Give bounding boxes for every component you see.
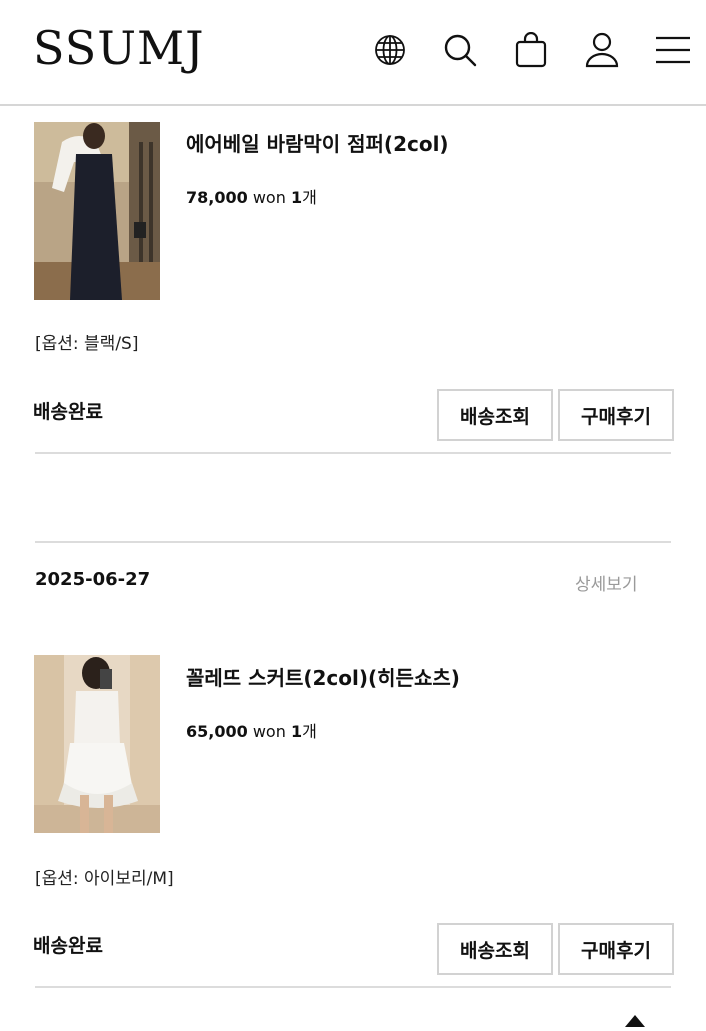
search-icon[interactable]: [440, 30, 480, 70]
quantity-unit: 개: [302, 722, 317, 741]
product-name[interactable]: 꼴레뜨 스커트(2col)(히든쇼츠): [186, 662, 460, 691]
quantity-unit: 개: [302, 188, 317, 207]
price-value: 78,000: [186, 188, 248, 207]
product-price: 65,000 won 1개: [186, 718, 317, 742]
price-currency: won: [252, 188, 286, 207]
order-detail-link[interactable]: 상세보기: [575, 570, 638, 595]
order-date: 2025-06-27: [35, 569, 151, 590]
product-option: [옵션: 아이보리/M]: [35, 869, 174, 889]
menu-icon[interactable]: [653, 30, 693, 70]
track-delivery-button[interactable]: 배송조회: [437, 923, 553, 975]
site-logo[interactable]: SSUMJ: [33, 20, 205, 76]
scroll-top-icon[interactable]: [625, 1012, 645, 1031]
shopping-bag-icon[interactable]: [511, 30, 551, 70]
quantity-value: 1: [290, 188, 303, 207]
track-delivery-button[interactable]: 배송조회: [437, 389, 553, 441]
site-header: SSUMJ: [0, 0, 706, 106]
delivery-status: 배송완료: [33, 401, 103, 423]
user-icon[interactable]: [582, 30, 622, 70]
globe-icon[interactable]: [370, 30, 410, 70]
write-review-button[interactable]: 구매후기: [558, 923, 674, 975]
price-value: 65,000: [186, 722, 248, 741]
order-group-divider: [35, 541, 671, 543]
divider: [35, 986, 671, 988]
quantity-value: 1: [290, 722, 303, 741]
write-review-button[interactable]: 구매후기: [558, 389, 674, 441]
product-thumbnail[interactable]: [34, 122, 160, 300]
product-name[interactable]: 에어베일 바람막이 점퍼(2col): [186, 128, 449, 157]
product-price: 78,000 won 1개: [186, 184, 317, 208]
product-thumbnail[interactable]: [34, 655, 160, 833]
delivery-status: 배송완료: [33, 935, 103, 957]
divider: [35, 452, 671, 454]
price-currency: won: [252, 722, 286, 741]
product-option: [옵션: 블랙/S]: [35, 334, 139, 354]
